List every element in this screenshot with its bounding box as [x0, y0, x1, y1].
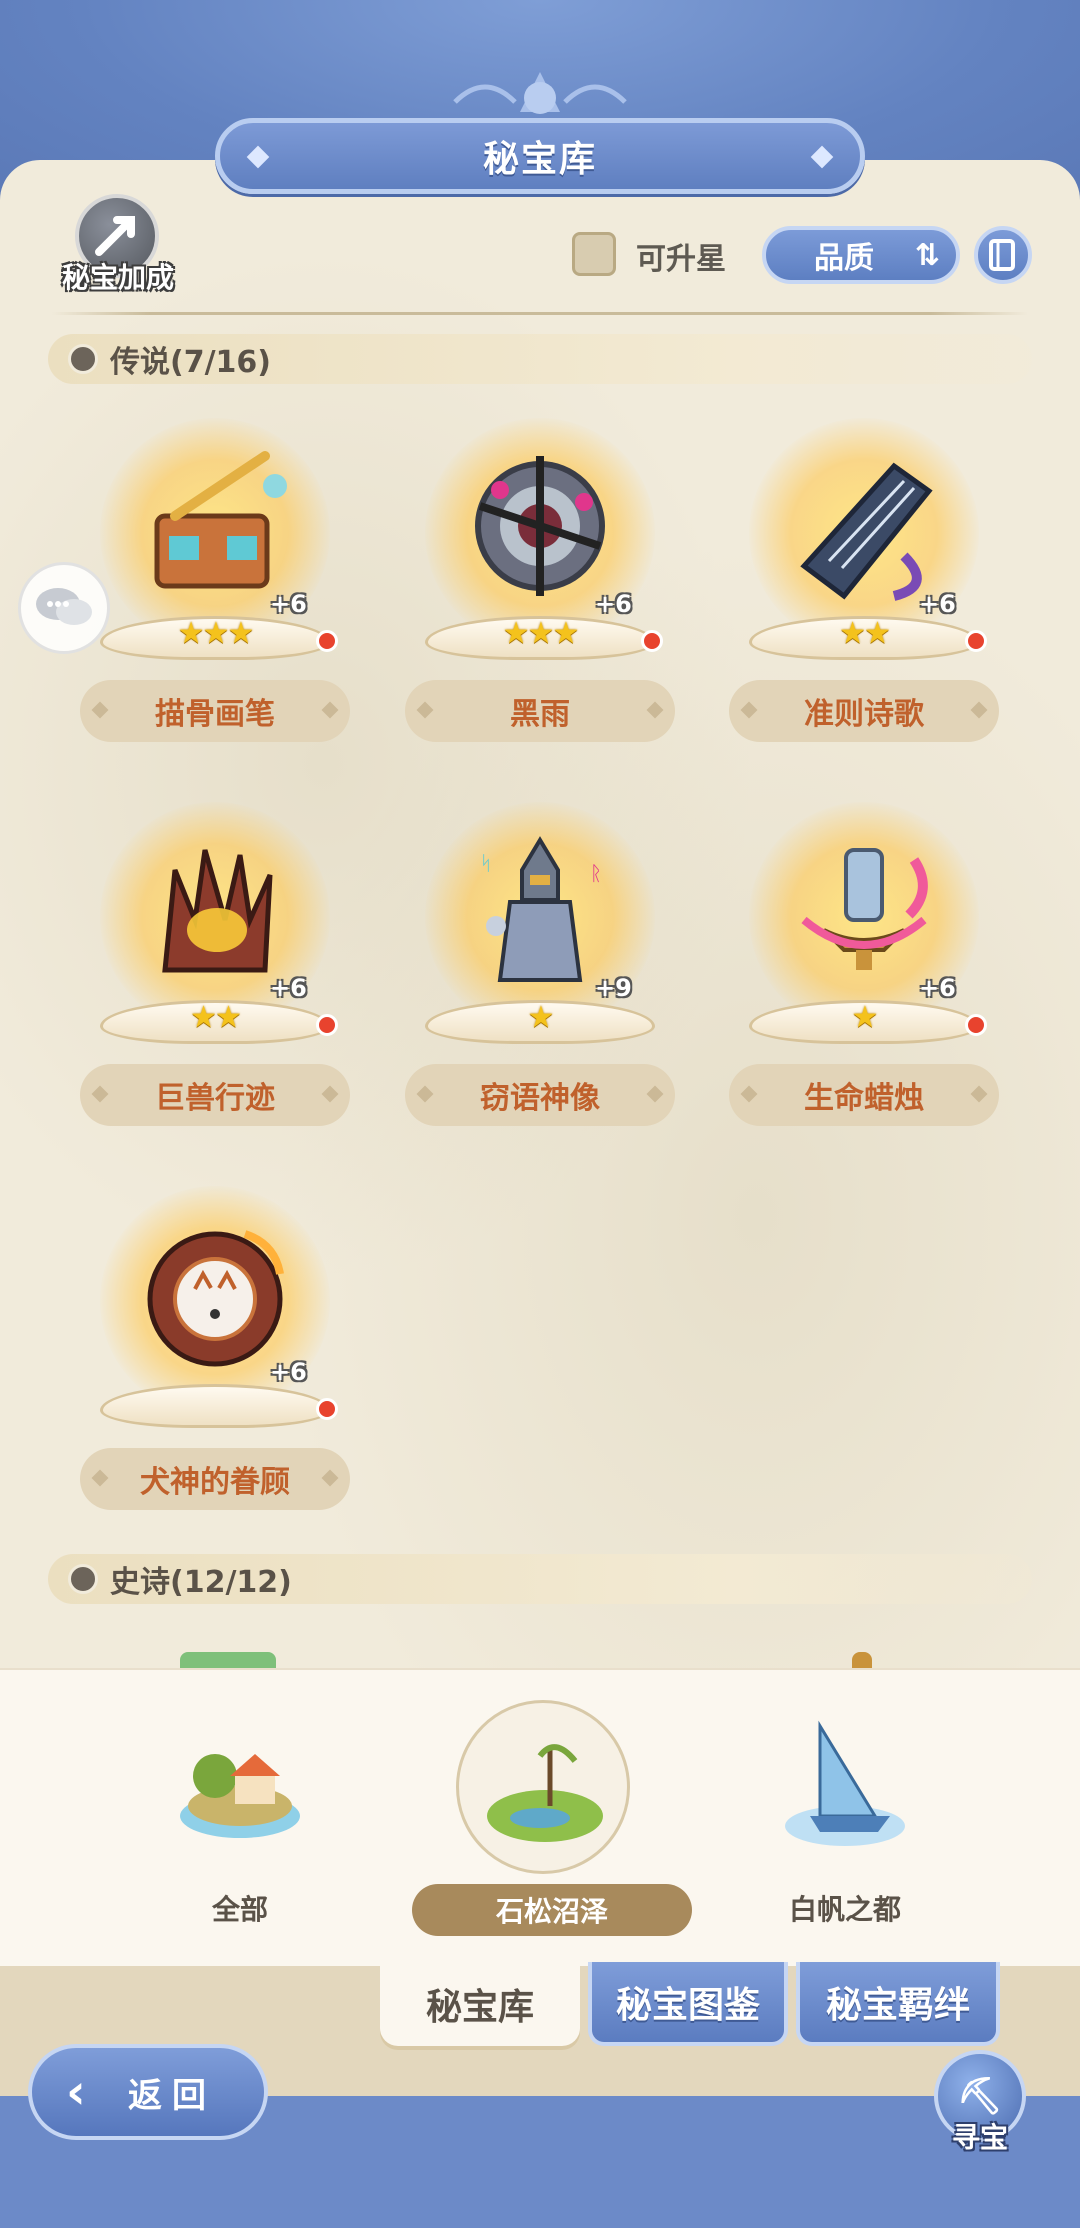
name-plate: 黑雨	[405, 680, 675, 742]
swamp-island-icon	[487, 1744, 603, 1842]
notification-dot	[316, 630, 338, 652]
treasure-card[interactable]: ᛋ ᚱ ★ +9 窃语神像	[405, 802, 675, 1152]
star-rating: ★	[851, 1000, 879, 1035]
name-plate: 巨兽行迹	[80, 1064, 350, 1126]
section-orb-icon	[68, 344, 98, 374]
treasure-card[interactable]: +6 犬神的眷顾	[80, 1186, 350, 1536]
upgrade-filter-label: 可升星	[636, 242, 726, 277]
sailboat-icon	[785, 1720, 905, 1846]
name-plate: 犬神的眷顾	[80, 1448, 350, 1510]
treasure-name: 准则诗歌	[804, 697, 924, 732]
beast-claw-icon	[162, 849, 273, 973]
star-rating: ★★★	[177, 616, 255, 651]
region-white-sail-city[interactable]: 白帆之都	[740, 1706, 940, 1946]
treasure-name: 生命蜡烛	[804, 1081, 924, 1116]
banner-right-diamond-icon	[810, 145, 834, 169]
chat-bubble-icon	[36, 588, 92, 625]
notification-dot	[965, 1014, 987, 1036]
star-rating: ★★	[839, 616, 891, 651]
region-stonepine-swamp[interactable]: 石松沼泽	[412, 1700, 692, 1946]
header-divider	[52, 312, 1028, 315]
region-label: 白帆之都	[788, 1893, 901, 1926]
name-plate: 窃语神像	[405, 1064, 675, 1126]
notification-dot	[316, 1014, 338, 1036]
section-orb-icon	[68, 1564, 98, 1594]
back-label: 返回	[128, 2075, 216, 2116]
quality-select-label: 品质	[814, 241, 874, 276]
tab-treasure-bonds[interactable]: 秘宝羁绊	[796, 1962, 1000, 2046]
name-plate: 描骨画笔	[80, 680, 350, 742]
treasure-name: 巨兽行迹	[155, 1081, 275, 1116]
treasure-name: 黑雨	[510, 697, 570, 732]
section-header-epic: 史诗(12/12)	[48, 1554, 1032, 1604]
title-ornament-icon	[453, 72, 627, 114]
tab-label: 秘宝库	[425, 1987, 534, 2028]
svg-text:ᛋ: ᛋ	[480, 851, 492, 875]
level-badge: +6	[919, 974, 956, 1002]
back-button[interactable]: ‹ 返回	[28, 2044, 268, 2140]
epic-item-peek	[180, 1652, 276, 1668]
tab-label: 秘宝羁绊	[825, 1985, 970, 2026]
section-label: 史诗(12/12)	[110, 1565, 292, 1600]
treasure-card[interactable]: ★★ +6 准则诗歌	[729, 418, 999, 768]
section-label: 传说(7/16)	[110, 345, 272, 380]
black-rain-icon	[475, 456, 605, 596]
notification-dot	[316, 1398, 338, 1420]
hunt-label: 寻宝	[951, 2121, 1008, 2154]
notification-dot	[965, 630, 987, 652]
zither-icon	[800, 462, 933, 601]
region-all[interactable]: 全部	[135, 1706, 335, 1946]
back-arrow-icon: ‹	[66, 2064, 86, 2120]
star-rating: ★	[527, 1000, 555, 1035]
star-rating: ★★	[190, 1000, 242, 1035]
level-badge: +6	[270, 590, 307, 618]
chat-button[interactable]	[18, 562, 110, 654]
treasure-hunt-button[interactable]: ⛏ 寻宝	[930, 2050, 1030, 2160]
sort-toggle-icon: ⇅	[914, 238, 940, 273]
treasure-name: 犬神的眷顾	[140, 1465, 290, 1500]
house-island-icon	[180, 1754, 300, 1838]
level-badge: +6	[595, 590, 632, 618]
level-badge: +6	[270, 1358, 307, 1386]
whisper-statue-icon: ᛋ ᚱ	[480, 836, 602, 982]
title-banner: 秘宝库	[215, 118, 865, 194]
book-button[interactable]	[974, 226, 1032, 284]
dog-god-ring-icon	[147, 1230, 284, 1367]
region-label-plate: 石松沼泽	[412, 1884, 692, 1936]
region-label: 全部	[211, 1893, 268, 1926]
card-pedestal	[100, 1384, 330, 1428]
tab-label: 秘宝图鉴	[615, 1985, 760, 2026]
notification-dot	[641, 630, 663, 652]
treasure-card[interactable]: ★★★ +6 黑雨	[405, 418, 675, 768]
quality-sort-select[interactable]: 品质 ⇅	[762, 226, 960, 284]
treasure-card[interactable]: ★ +6 生命蜡烛	[729, 802, 999, 1152]
level-badge: +6	[919, 590, 956, 618]
treasure-name: 描骨画笔	[155, 697, 275, 732]
epic-item-peek	[852, 1652, 872, 1668]
book-icon	[989, 239, 1015, 271]
section-header-legendary: 传说(7/16)	[48, 334, 1032, 384]
upgrade-filter-checkbox[interactable]	[572, 232, 616, 276]
life-candle-icon	[801, 848, 928, 970]
name-plate: 生命蜡烛	[729, 1064, 999, 1126]
star-rating: ★★★	[502, 616, 580, 651]
tab-treasure-vault[interactable]: 秘宝库	[380, 1962, 580, 2046]
level-badge: +6	[270, 974, 307, 1002]
svg-text:ᚱ: ᚱ	[590, 861, 602, 885]
bonus-label: 秘宝加成	[61, 261, 174, 294]
name-plate: 准则诗歌	[729, 680, 999, 742]
treasure-card[interactable]: ★★★ +6 描骨画笔	[80, 418, 350, 768]
level-badge: +9	[595, 974, 632, 1002]
region-label: 石松沼泽	[495, 1895, 608, 1928]
treasure-card[interactable]: ★★ +6 巨兽行迹	[80, 802, 350, 1152]
paintbrush-chest-icon	[154, 451, 287, 589]
treasure-bonus-button[interactable]: 秘宝加成	[48, 190, 188, 300]
page-title: 秘宝库	[482, 139, 597, 180]
treasure-name: 窃语神像	[480, 1081, 600, 1116]
banner-left-diamond-icon	[246, 145, 270, 169]
tab-treasure-codex[interactable]: 秘宝图鉴	[588, 1962, 788, 2046]
